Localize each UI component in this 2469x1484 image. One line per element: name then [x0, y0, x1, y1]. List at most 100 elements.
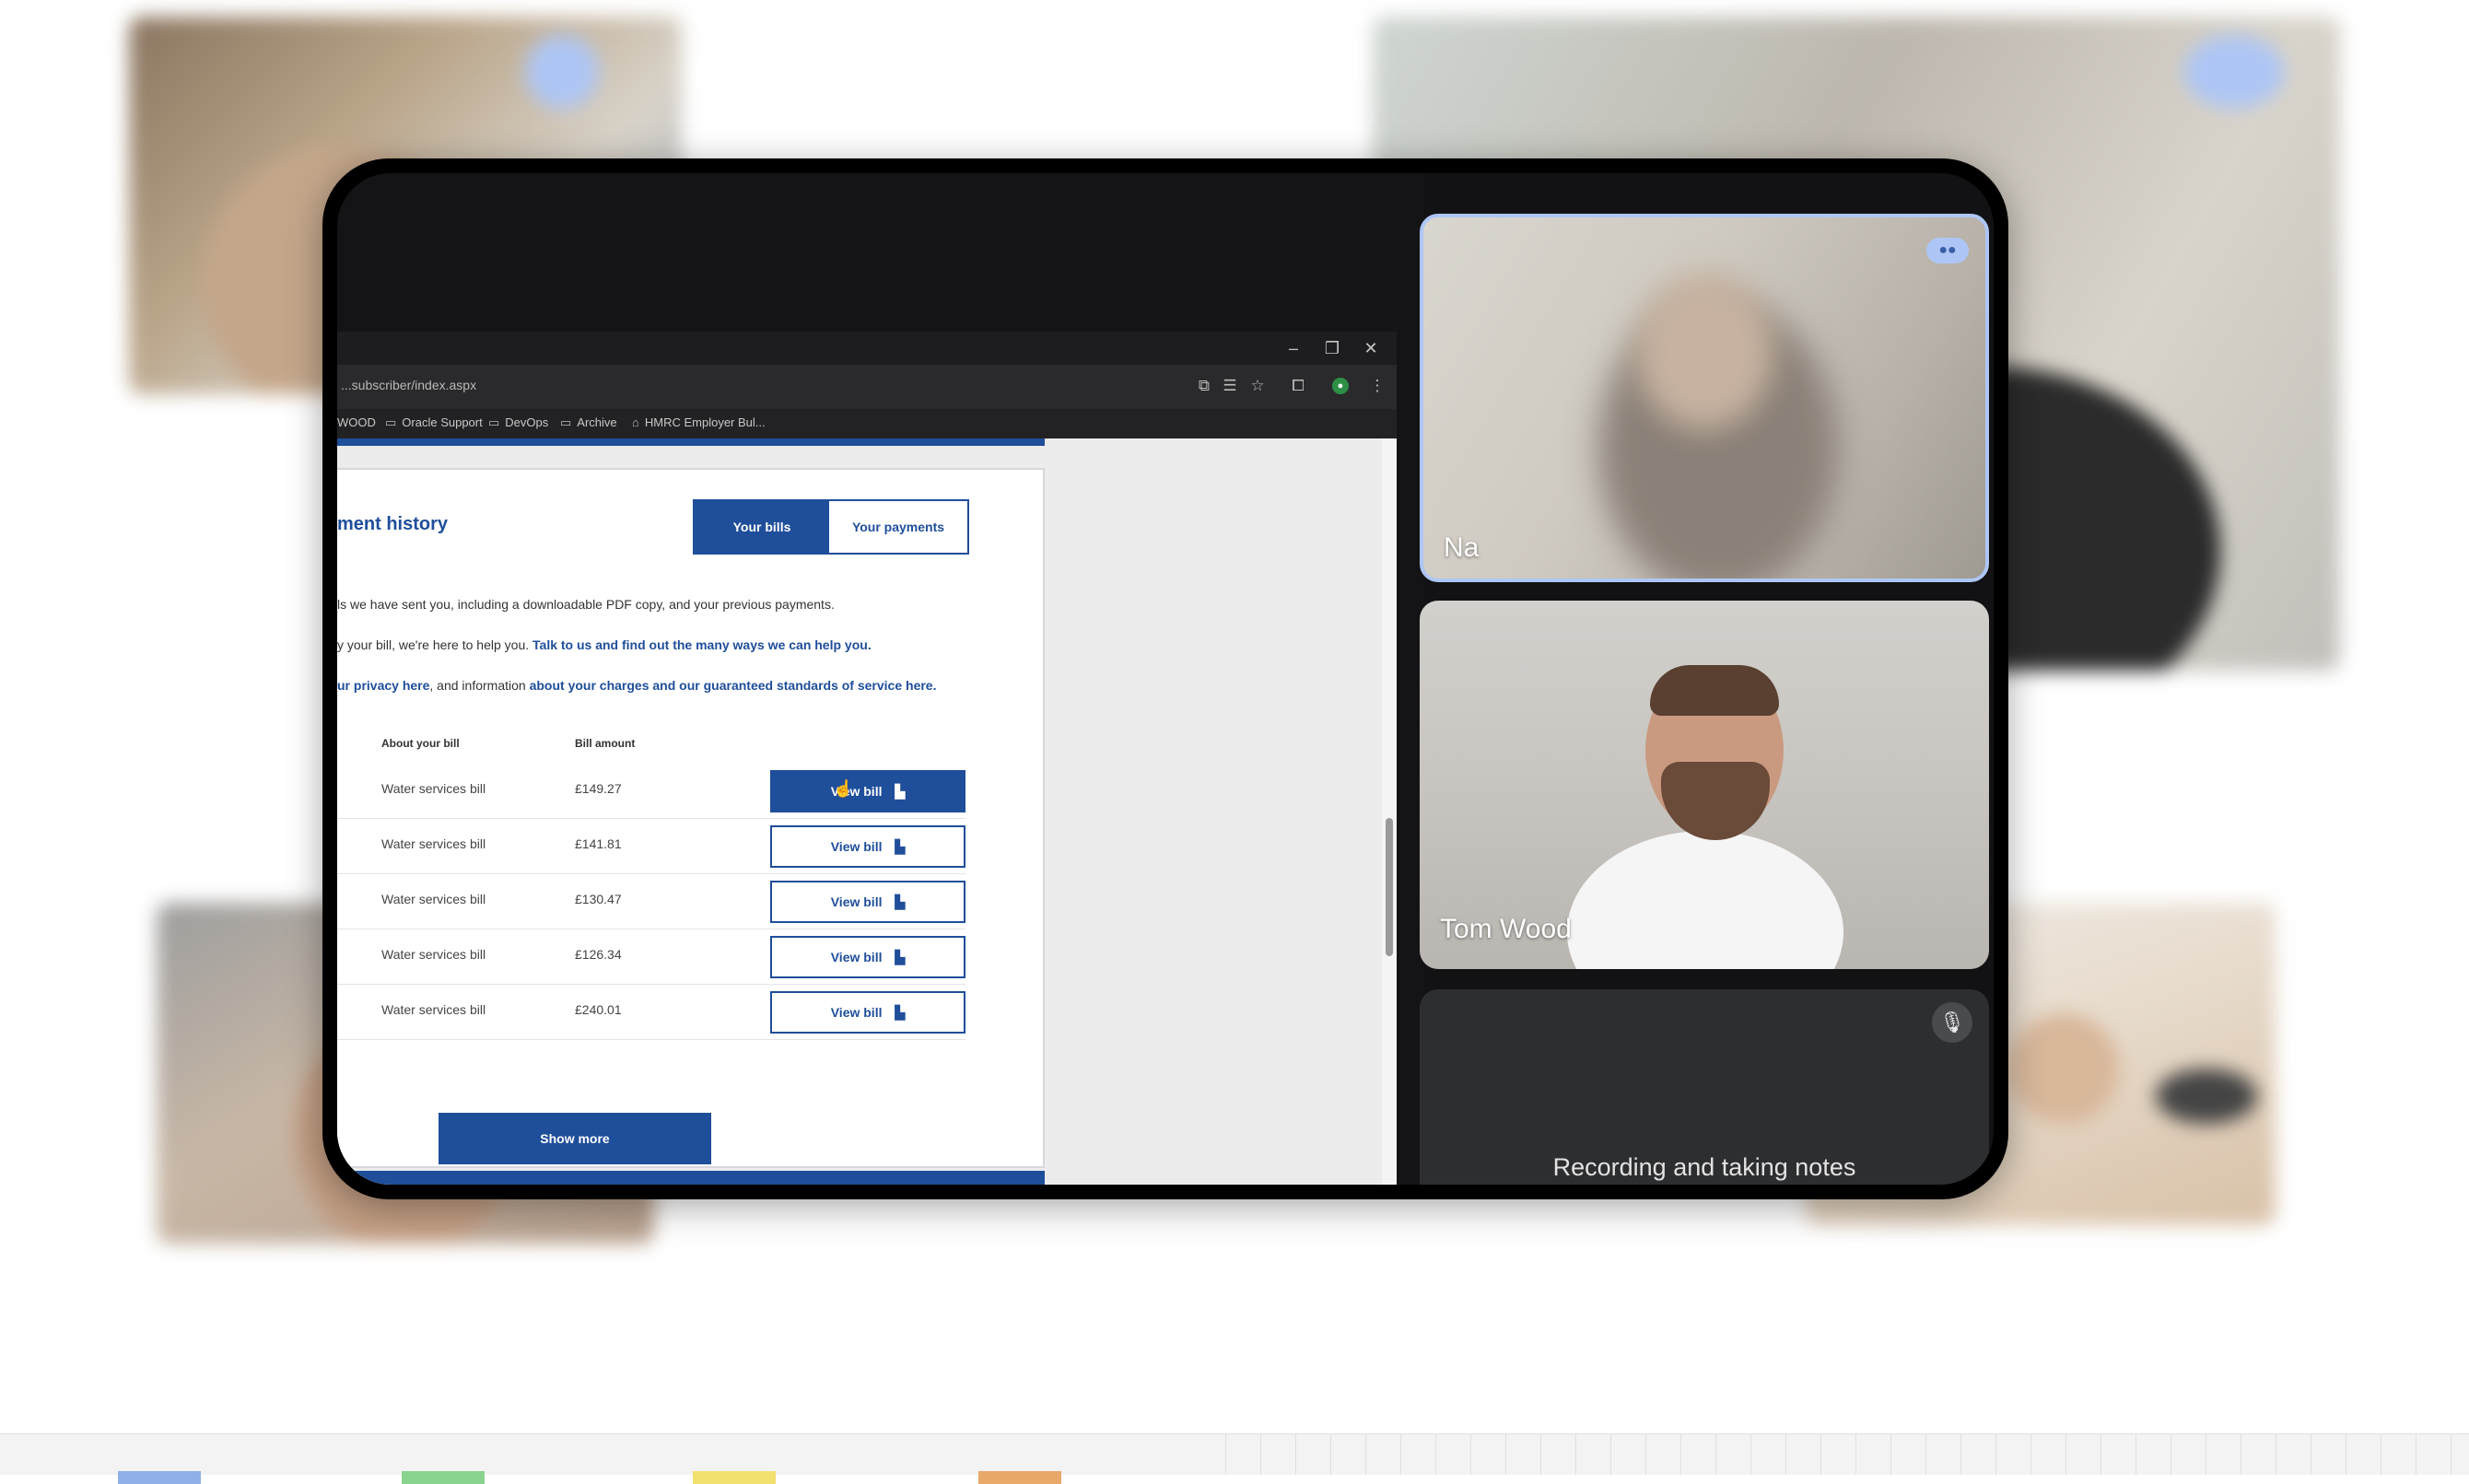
- restore-icon[interactable]: ❐: [1321, 337, 1343, 359]
- filmstrip-grid-line: [1890, 1434, 1891, 1475]
- filmstrip-grid-line: [1855, 1434, 1856, 1475]
- mic-off-icon: 🎙︎: [1932, 1002, 1972, 1043]
- filmstrip-grid-line: [1750, 1434, 1751, 1475]
- view-bill-button[interactable]: View bill ▙: [770, 881, 965, 923]
- home-icon: ⌂: [632, 415, 639, 429]
- bill-description: Water services bill: [381, 1002, 486, 1017]
- bookmark-folder[interactable]: ▭ DevOps: [488, 415, 548, 430]
- page-footer-bar: [337, 1171, 1045, 1185]
- bill-amount: £141.81: [575, 836, 622, 851]
- extensions-icon[interactable]: ⧠: [1288, 376, 1308, 396]
- mouse-cursor-icon: ☝: [833, 779, 854, 798]
- charges-link[interactable]: about your charges and our guaranteed st…: [530, 678, 937, 693]
- pdf-icon: ▙: [895, 839, 906, 854]
- scrollbar-thumb[interactable]: [1386, 818, 1393, 956]
- privacy-link[interactable]: ur privacy here: [337, 678, 429, 693]
- filmstrip-grid-line: [1470, 1434, 1471, 1475]
- filmstrip-grid-line: [1295, 1434, 1296, 1475]
- reader-icon[interactable]: ☰: [1220, 376, 1240, 396]
- page-scrollbar[interactable]: [1382, 438, 1397, 1185]
- bottom-filmstrip: [0, 1433, 2469, 1484]
- bill-description: Water services bill: [381, 947, 486, 962]
- folder-icon: ▭: [560, 415, 572, 429]
- shared-screen: – ❐ ✕ ...subscriber/index.aspx ⧉ ☰ ☆ ⧠ ●…: [337, 173, 1424, 1185]
- close-icon[interactable]: ✕: [1360, 337, 1382, 359]
- table-row: Water services bill £130.47 View bill ▙: [337, 873, 965, 929]
- view-bill-label: View bill: [830, 839, 883, 854]
- view-bill-label: View bill: [830, 1005, 883, 1020]
- view-bill-button[interactable]: View bill ▙: [770, 770, 965, 812]
- view-bill-button[interactable]: View bill ▙: [770, 936, 965, 978]
- bookmark-folder[interactable]: ▭ Archive: [560, 415, 617, 430]
- filmstrip-grid-line: [2065, 1434, 2066, 1475]
- url-text[interactable]: ...subscriber/index.aspx: [341, 378, 476, 392]
- filmstrip-grid-line: [1330, 1434, 1331, 1475]
- table-row: Water services bill £141.81 View bill ▙: [337, 818, 965, 874]
- bill-description: Water services bill: [381, 892, 486, 906]
- folder-icon: ▭: [385, 415, 397, 429]
- column-header-amount: Bill amount: [575, 737, 636, 750]
- folder-icon: ▭: [488, 415, 500, 429]
- page-header-bar: [337, 438, 1045, 446]
- privacy-text-mid: , and information: [429, 678, 526, 693]
- thumbnail-bar: [118, 1471, 201, 1484]
- page-title: ment history: [337, 514, 449, 534]
- show-more-button[interactable]: Show more: [439, 1113, 711, 1164]
- payment-history-card: ment history Your bills Your payments ls…: [337, 468, 1045, 1168]
- thumbnail-bar: [402, 1471, 485, 1484]
- filmstrip-grid-line: [1225, 1434, 1226, 1475]
- column-header-about: About your bill: [381, 737, 460, 750]
- shared-browser-window: – ❐ ✕ ...subscriber/index.aspx ⧉ ☰ ☆ ⧠ ●…: [337, 332, 1397, 1185]
- participant-name: Na: [1444, 532, 1480, 563]
- bookmark-folder[interactable]: ▭ Oracle Support: [385, 415, 483, 430]
- view-bill-button[interactable]: View bill ▙: [770, 825, 965, 868]
- filmstrip-grid-line: [1610, 1434, 1611, 1475]
- help-text: y your bill, we're here to help you. Tal…: [337, 637, 872, 652]
- meeting-window-frame: – ❐ ✕ ...subscriber/index.aspx ⧉ ☰ ☆ ⧠ ●…: [322, 158, 2008, 1199]
- recording-status-text: Recording and taking notes: [1552, 1153, 1856, 1181]
- install-icon[interactable]: ⧉: [1194, 376, 1214, 396]
- view-bill-button[interactable]: View bill ▙: [770, 991, 965, 1034]
- table-row: Water services bill £240.01 View bill ▙: [337, 984, 965, 1040]
- star-icon[interactable]: ☆: [1247, 376, 1268, 396]
- filmstrip-grid-line: [1995, 1434, 1996, 1475]
- filmstrip-grid-line: [1820, 1434, 1821, 1475]
- bill-description: Water services bill: [381, 836, 486, 851]
- table-row: Water services bill £149.27 View bill ▙ ☝: [337, 763, 965, 819]
- filmstrip-grid-line: [1260, 1434, 1261, 1475]
- filmstrip-grid-line: [1505, 1434, 1506, 1475]
- pdf-icon: ▙: [895, 1005, 906, 1020]
- notetaker-tile[interactable]: 🎙︎ Recording and taking notes: [1420, 989, 1989, 1185]
- filmstrip-grid-line: [2030, 1434, 2031, 1475]
- thumbnail-bar: [978, 1471, 1061, 1484]
- profile-avatar[interactable]: ●: [1332, 378, 1349, 394]
- bill-description: Water services bill: [381, 781, 486, 796]
- filmstrip-grid-line: [1575, 1434, 1576, 1475]
- bill-tabs: Your bills Your payments: [693, 499, 969, 555]
- filmstrip-grid-line: [1400, 1434, 1401, 1475]
- privacy-text: ur privacy here, and information about y…: [337, 678, 936, 693]
- filmstrip-grid-line: [1645, 1434, 1646, 1475]
- meeting-screen: – ❐ ✕ ...subscriber/index.aspx ⧉ ☰ ☆ ⧠ ●…: [337, 173, 1994, 1185]
- filmstrip-grid-line: [2100, 1434, 2101, 1475]
- table-row: Water services bill £126.34 View bill ▙: [337, 929, 965, 985]
- browser-titlebar: – ❐ ✕: [337, 332, 1397, 365]
- participant-tile[interactable]: Tom Wood: [1420, 601, 1989, 969]
- help-text-prefix: y your bill, we're here to help you.: [337, 637, 530, 652]
- bookmark-item[interactable]: WOOD: [337, 415, 376, 429]
- web-page: ment history Your bills Your payments ls…: [337, 438, 1382, 1185]
- bill-amount: £240.01: [575, 1002, 622, 1017]
- bill-amount: £149.27: [575, 781, 622, 796]
- participant-tile-speaking[interactable]: ●● Na: [1420, 214, 1989, 582]
- bookmarks-bar: WOOD ▭ Oracle Support ▭ DevOps ▭ Archive ⌂ H…: [337, 409, 1397, 438]
- help-link[interactable]: Talk to us and find out the many ways we…: [532, 637, 872, 652]
- tab-your-bills[interactable]: Your bills: [695, 501, 829, 553]
- view-bill-label: View bill: [830, 894, 883, 909]
- pdf-icon: ▙: [895, 950, 906, 964]
- minimize-icon[interactable]: –: [1282, 337, 1305, 359]
- pdf-icon: ▙: [895, 894, 906, 909]
- tab-your-payments[interactable]: Your payments: [829, 501, 967, 553]
- bookmark-item[interactable]: ⌂ HMRC Employer Bul...: [632, 415, 766, 429]
- more-icon[interactable]: ⋮: [1367, 376, 1387, 396]
- address-bar[interactable]: ...subscriber/index.aspx ⧉ ☰ ☆ ⧠ ● ⋮: [337, 365, 1397, 409]
